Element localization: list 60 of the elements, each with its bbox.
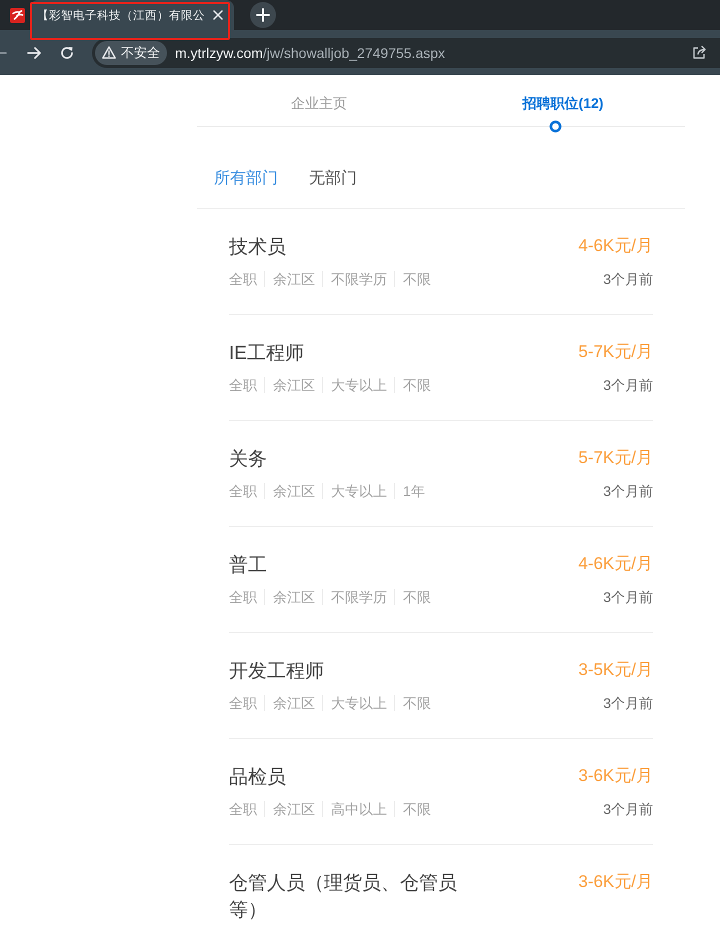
job-attribute: 不限 xyxy=(403,270,431,289)
salary-text: 4-6K元/月 xyxy=(578,235,653,257)
job-attribute: 全职 xyxy=(229,588,257,607)
selected-ring-icon xyxy=(549,120,562,133)
job-attribute: 余江区 xyxy=(273,800,315,819)
posted-time: 3个月前 xyxy=(603,270,653,289)
job-title[interactable]: 技术员 xyxy=(229,234,286,261)
share-icon[interactable] xyxy=(692,45,707,60)
new-tab-plus-icon[interactable] xyxy=(250,2,276,28)
job-attribute: 高中以上 xyxy=(331,800,387,819)
job-attribute: 大专以上 xyxy=(331,376,387,395)
job-attribute: 余江区 xyxy=(273,376,315,395)
job-attribute: 全职 xyxy=(229,482,257,501)
department-filter[interactable]: 无部门 xyxy=(309,167,357,191)
salary-text: 4-6K元/月 xyxy=(578,553,653,575)
address-bar[interactable]: 不安全 m.ytrlzyw.com/jw/showalljob_2749755.aspx xyxy=(92,38,720,68)
security-chip[interactable]: 不安全 xyxy=(95,40,167,64)
job-attribute: 全职 xyxy=(229,270,257,289)
reload-icon[interactable] xyxy=(60,46,74,60)
security-label: 不安全 xyxy=(121,44,160,62)
job-title[interactable]: IE工程师 xyxy=(229,340,304,367)
tab-title: 【彩智电子科技（江西）有限公 xyxy=(37,8,205,22)
posted-time: 3个月前 xyxy=(603,694,653,713)
close-icon[interactable] xyxy=(213,10,223,20)
salary-text: 3-6K元/月 xyxy=(578,871,653,893)
job-attribute: 大专以上 xyxy=(331,694,387,713)
site-favicon-icon xyxy=(10,8,25,22)
job-title[interactable]: 普工 xyxy=(229,552,267,579)
job-title[interactable]: 关务 xyxy=(229,446,267,473)
job-attribute: 不限学历 xyxy=(331,270,387,289)
salary-text: 3-6K元/月 xyxy=(578,765,653,787)
job-attribute: 不限 xyxy=(403,694,431,713)
salary-text: 5-7K元/月 xyxy=(578,341,653,363)
posted-time: 3个月前 xyxy=(603,376,653,395)
job-attribute: 不限 xyxy=(403,588,431,607)
job-attribute: 大专以上 xyxy=(331,482,387,501)
job-attribute: 1年 xyxy=(403,482,425,501)
job-attribute: 全职 xyxy=(229,800,257,819)
job-attribute: 全职 xyxy=(229,694,257,713)
posted-time: 3个月前 xyxy=(603,588,653,607)
job-attribute: 余江区 xyxy=(273,694,315,713)
job-attribute: 不限学历 xyxy=(331,588,387,607)
job-attribute: 余江区 xyxy=(273,270,315,289)
salary-text: 5-7K元/月 xyxy=(578,447,653,469)
job-attribute: 不限 xyxy=(403,800,431,819)
url-text: m.ytrlzyw.com/jw/showalljob_2749755.aspx xyxy=(175,44,446,60)
job-title[interactable]: 仓管人员（理货员、仓管员等） xyxy=(229,870,477,924)
section-tab[interactable]: 招聘职位(12) xyxy=(441,75,685,126)
job-attribute: 全职 xyxy=(229,376,257,395)
job-attribute: 不限 xyxy=(403,376,431,395)
forward-arrow-icon[interactable] xyxy=(27,46,41,60)
browser-tab[interactable]: 【彩智电子科技（江西）有限公 xyxy=(30,0,234,30)
warning-icon xyxy=(102,46,116,59)
job-title[interactable]: 品检员 xyxy=(229,764,286,791)
posted-time: 3个月前 xyxy=(603,800,653,819)
job-title[interactable]: 开发工程师 xyxy=(229,658,324,685)
job-attribute: 余江区 xyxy=(273,588,315,607)
posted-time: 3个月前 xyxy=(603,482,653,501)
salary-text: 3-5K元/月 xyxy=(578,659,653,681)
job-attribute: 余江区 xyxy=(273,482,315,501)
